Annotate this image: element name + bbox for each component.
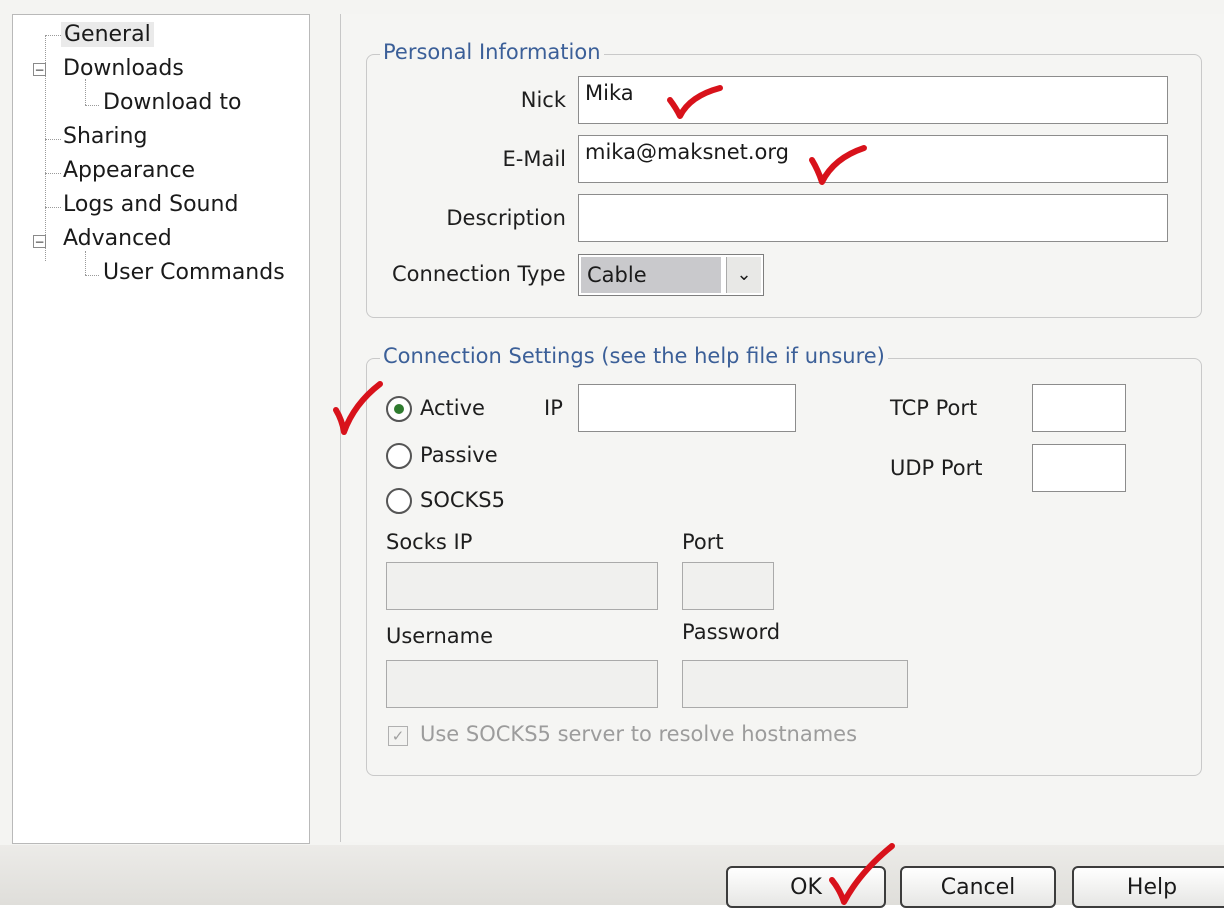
cancel-button[interactable]: Cancel [900,866,1056,908]
active-label[interactable]: Active [420,396,485,420]
ip-label: IP [544,396,563,420]
settings-tree: − − General Downloads Download to Sharin… [12,14,310,844]
passive-radio[interactable] [386,443,412,469]
tree-line [85,105,99,106]
tree-item-general[interactable]: General [61,21,154,49]
socks-ip-field[interactable] [386,562,658,610]
email-label: E-Mail [502,147,566,171]
tree-line [45,173,61,174]
red-check-icon [809,145,867,185]
tree-item-label: General [61,22,154,47]
resolve-hostnames-label: Use SOCKS5 server to resolve hostnames [420,722,858,746]
tree-item-label: Download to [103,90,242,115]
tree-item-sharing[interactable]: Sharing [63,123,147,151]
resolve-hostnames-checkbox[interactable]: ✓ [388,726,408,746]
active-radio[interactable] [386,396,412,422]
email-field[interactable]: mika@maksnet.org [578,135,1168,183]
connection-type-value: Cable [581,257,721,293]
tree-line [45,207,61,208]
username-field[interactable] [386,660,658,708]
tree-item-label: Sharing [63,124,148,149]
port-label: Port [682,530,724,554]
description-label: Description [446,206,566,230]
help-button[interactable]: Help [1072,866,1224,908]
nick-label: Nick [520,88,566,112]
tree-item-label: Appearance [63,158,196,183]
tree-line [45,139,61,140]
description-field[interactable] [578,194,1168,242]
tree-item-label: Advanced [63,226,172,251]
tcp-port-field[interactable] [1032,384,1126,432]
tree-item-downloads[interactable]: Downloads [63,55,184,83]
personal-information-title: Personal Information [380,40,604,64]
tree-item-logs-and-sound[interactable]: Logs and Sound [63,191,238,219]
connection-settings-title: Connection Settings (see the help file i… [380,344,888,368]
red-check-icon [667,85,723,119]
passive-label[interactable]: Passive [420,443,498,467]
tree-line [85,275,99,276]
tree-item-label: Logs and Sound [63,192,239,217]
tree-line [85,251,86,275]
udp-port-label: UDP Port [890,456,983,480]
tcp-port-label: TCP Port [890,396,978,420]
tree-item-download-to[interactable]: Download to [103,89,241,117]
connection-type-select[interactable]: Cable ⌄ [578,254,764,296]
password-label: Password [682,620,781,644]
socks5-radio[interactable] [386,488,412,514]
socks-ip-label: Socks IP [386,530,473,554]
ip-field[interactable] [578,384,796,432]
username-label: Username [386,624,494,648]
socks5-label[interactable]: SOCKS5 [420,488,505,512]
tree-item-label: User Commands [103,260,285,285]
red-check-icon [829,843,895,905]
red-check-icon [333,381,383,435]
connection-type-label: Connection Type [392,262,566,286]
tree-item-advanced[interactable]: Advanced [63,225,172,253]
socks-port-field[interactable] [682,562,774,610]
password-field[interactable] [682,660,908,708]
collapse-downloads-icon[interactable]: − [33,63,46,76]
chevron-down-icon[interactable]: ⌄ [726,257,761,293]
tree-item-label: Downloads [63,56,184,81]
collapse-advanced-icon[interactable]: − [33,235,46,248]
udp-port-field[interactable] [1032,444,1126,492]
tree-item-user-commands[interactable]: User Commands [103,259,285,287]
tree-item-appearance[interactable]: Appearance [63,157,195,185]
tree-line [45,35,61,36]
